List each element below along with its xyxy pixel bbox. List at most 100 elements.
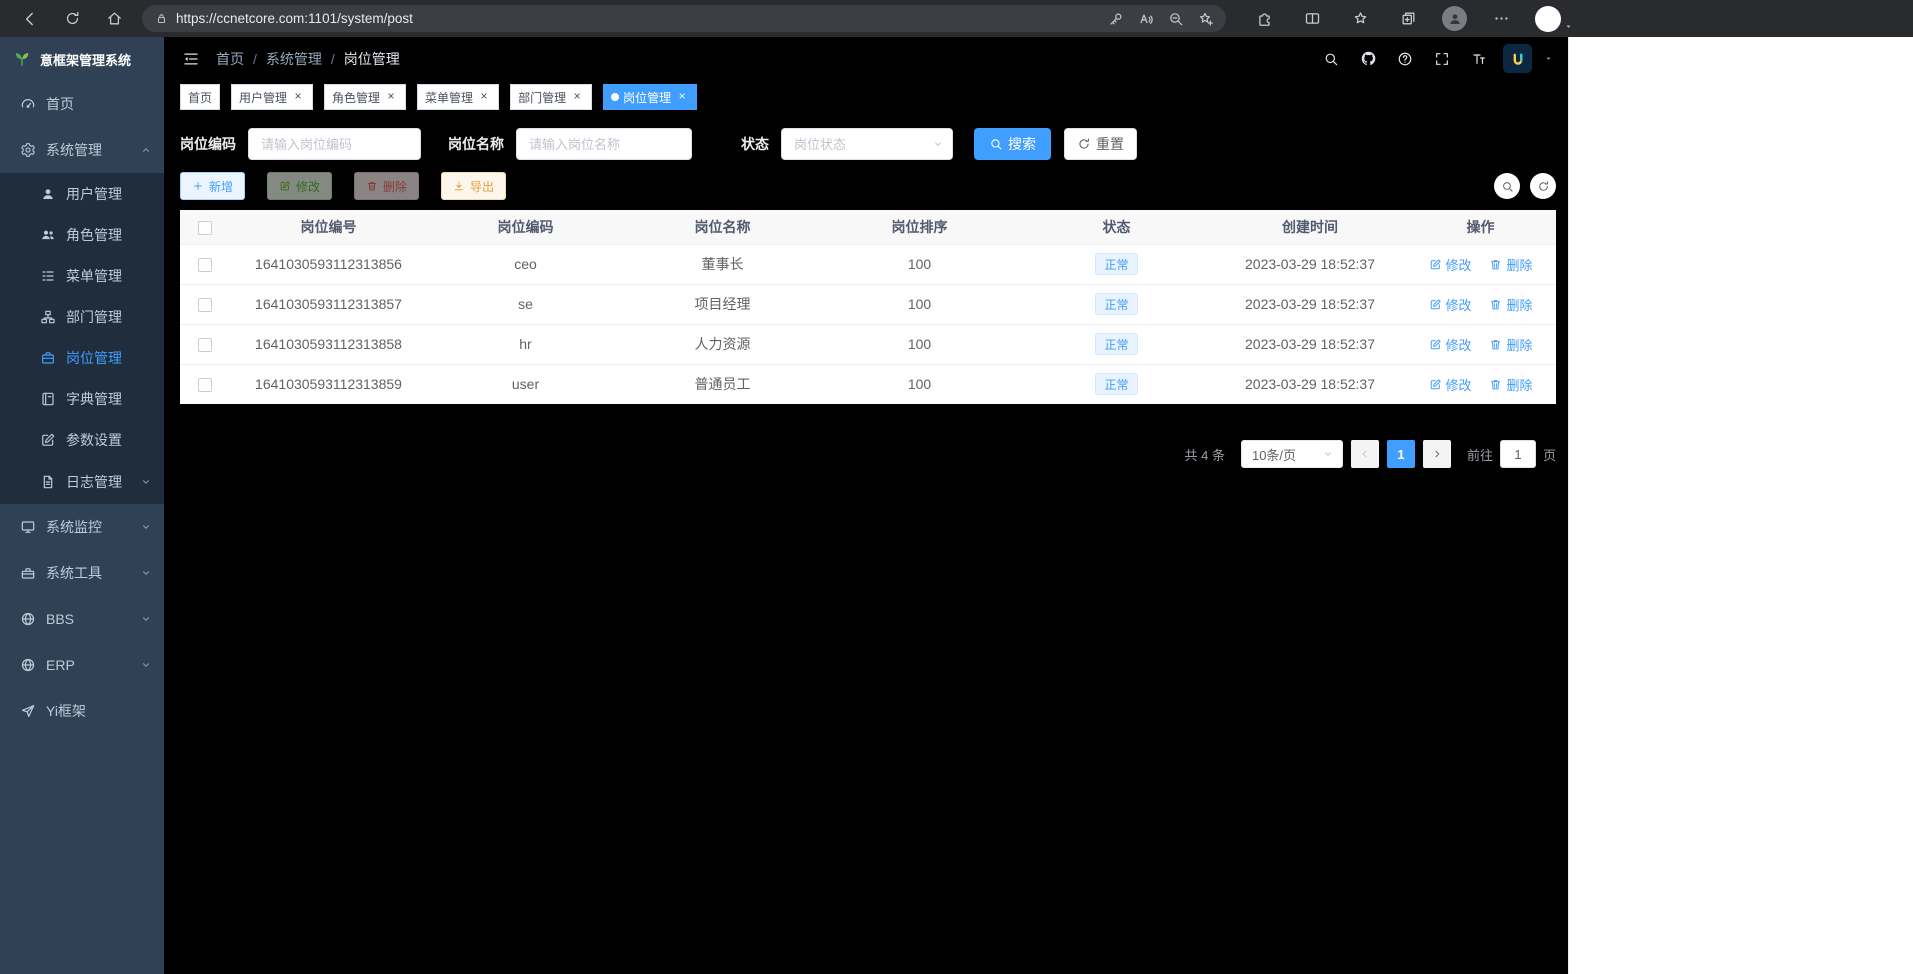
url-text: https://ccnetcore.com:1101/system/post — [176, 11, 1096, 26]
password-key-icon[interactable] — [1104, 7, 1128, 31]
row-checkbox[interactable] — [198, 258, 212, 272]
close-icon[interactable]: × — [675, 90, 689, 104]
row-delete-link[interactable]: 删除 — [1489, 375, 1532, 394]
sidebar-item-system-tools[interactable]: 系统工具 — [0, 550, 164, 596]
edit-button[interactable]: 修改 — [267, 172, 332, 200]
row-delete-link[interactable]: 删除 — [1489, 335, 1532, 354]
extensions-icon[interactable] — [1250, 5, 1278, 33]
select-all-checkbox[interactable] — [198, 221, 212, 235]
row-delete-link[interactable]: 删除 — [1489, 255, 1532, 274]
sidebar-item-bbs[interactable]: BBS — [0, 596, 164, 642]
split-screen-icon[interactable] — [1298, 5, 1326, 33]
close-icon[interactable]: × — [384, 90, 398, 104]
header-search-icon[interactable] — [1318, 46, 1344, 72]
tab-home[interactable]: 首页 — [180, 84, 220, 110]
address-bar[interactable]: https://ccnetcore.com:1101/system/post — [142, 5, 1226, 32]
tab-role-management[interactable]: 角色管理× — [324, 84, 406, 110]
plus-icon — [192, 180, 204, 192]
row-checkbox[interactable] — [198, 298, 212, 312]
chevron-right-icon — [1431, 448, 1443, 460]
sidebar-item-parameter-settings[interactable]: 参数设置 — [0, 419, 164, 460]
row-checkbox[interactable] — [198, 378, 212, 392]
avatar-caret-icon[interactable] — [1543, 53, 1554, 64]
close-icon[interactable]: × — [291, 90, 305, 104]
sidebar-item-log-management[interactable]: 日志管理 — [0, 460, 164, 504]
app-logo: 意框架管理系统 — [0, 37, 164, 81]
edit-icon — [1429, 338, 1442, 351]
list-icon — [40, 268, 56, 284]
breadcrumb-home[interactable]: 首页 — [216, 49, 266, 69]
goto-page-input[interactable] — [1500, 440, 1536, 468]
refresh-table-button[interactable] — [1530, 173, 1556, 199]
sidebar-item-dictionary-management[interactable]: 字典管理 — [0, 378, 164, 419]
text-size-icon[interactable] — [1466, 46, 1492, 72]
status-badge: 正常 — [1095, 293, 1137, 315]
sidebar-item-system-monitor[interactable]: 系统监控 — [0, 504, 164, 550]
search-button[interactable]: 搜索 — [974, 128, 1051, 160]
prev-page-button[interactable] — [1351, 440, 1379, 468]
read-aloud-icon[interactable] — [1134, 7, 1158, 31]
pagination: 共 4 条 10条/页 1 前往 页 — [180, 440, 1556, 468]
tab-department-management[interactable]: 部门管理× — [510, 84, 592, 110]
tab-menu-management[interactable]: 菜单管理× — [417, 84, 499, 110]
fullscreen-icon[interactable] — [1429, 46, 1455, 72]
row-edit-link[interactable]: 修改 — [1429, 335, 1472, 354]
browser-profile-avatar[interactable] — [1442, 6, 1467, 31]
status-badge: 正常 — [1095, 253, 1137, 275]
sidebar-item-department-management[interactable]: 部门管理 — [0, 296, 164, 337]
toggle-search-button[interactable] — [1494, 173, 1520, 199]
collections-icon[interactable] — [1394, 5, 1422, 33]
sidebar-item-erp[interactable]: ERP — [0, 642, 164, 688]
row-edit-link[interactable]: 修改 — [1429, 255, 1472, 274]
goto-label: 前往 — [1467, 445, 1493, 464]
column-post-id: 岗位编号 — [230, 210, 427, 244]
close-icon[interactable]: × — [477, 90, 491, 104]
system-management-submenu: 用户管理 角色管理 菜单管理 部门管理 岗位管理 字典管理 — [0, 173, 164, 504]
globe-icon — [20, 657, 36, 673]
row-delete-link[interactable]: 删除 — [1489, 295, 1532, 314]
close-icon[interactable]: × — [570, 90, 584, 104]
add-button[interactable]: 新增 — [180, 172, 245, 200]
next-page-button[interactable] — [1423, 440, 1451, 468]
page-size-select[interactable]: 10条/页 — [1241, 440, 1343, 468]
github-icon[interactable] — [1355, 46, 1381, 72]
delete-button[interactable]: 删除 — [354, 172, 419, 200]
favorites-icon[interactable] — [1346, 5, 1374, 33]
browser-home-button[interactable] — [100, 5, 128, 33]
sidebar-item-user-management[interactable]: 用户管理 — [0, 173, 164, 214]
sidebar-item-menu-management[interactable]: 菜单管理 — [0, 255, 164, 296]
sidebar-item-role-management[interactable]: 角色管理 — [0, 214, 164, 255]
export-button[interactable]: 导出 — [441, 172, 506, 200]
zoom-out-icon[interactable] — [1164, 7, 1188, 31]
row-checkbox[interactable] — [198, 338, 212, 352]
browser-back-button[interactable] — [16, 5, 44, 33]
reset-button[interactable]: 重置 — [1064, 128, 1137, 160]
status-select[interactable] — [781, 128, 953, 160]
document-icon — [40, 474, 56, 490]
browser-chrome: https://ccnetcore.com:1101/system/post b — [0, 0, 1913, 37]
post-code-input[interactable] — [248, 128, 421, 160]
breadcrumb-system-management[interactable]: 系统管理 — [266, 49, 344, 69]
tab-user-management[interactable]: 用户管理× — [231, 84, 313, 110]
page-number-1[interactable]: 1 — [1387, 440, 1415, 468]
row-edit-link[interactable]: 修改 — [1429, 295, 1472, 314]
user-icon — [40, 186, 56, 202]
chevron-left-icon — [1359, 448, 1371, 460]
bing-sidebar-button[interactable]: b — [1535, 6, 1574, 32]
post-name-input[interactable] — [516, 128, 692, 160]
browser-menu-icon[interactable] — [1487, 5, 1515, 33]
status-select-input[interactable] — [781, 128, 953, 160]
browser-refresh-button[interactable] — [58, 5, 86, 33]
sidebar-item-post-management[interactable]: 岗位管理 — [0, 337, 164, 378]
help-icon[interactable] — [1392, 46, 1418, 72]
sidebar-item-system-management[interactable]: 系统管理 — [0, 127, 164, 173]
user-avatar[interactable] — [1503, 44, 1532, 73]
sidebar-item-yi-framework[interactable]: Yi框架 — [0, 688, 164, 734]
row-edit-link[interactable]: 修改 — [1429, 375, 1472, 394]
outside-page-area — [1568, 37, 1913, 974]
sidebar-item-home[interactable]: 首页 — [0, 81, 164, 127]
breadcrumb: 首页 系统管理 岗位管理 — [216, 49, 400, 69]
add-favorite-icon[interactable] — [1194, 7, 1218, 31]
tab-post-management[interactable]: 岗位管理× — [603, 84, 697, 110]
sidebar-collapse-button[interactable] — [182, 50, 200, 68]
